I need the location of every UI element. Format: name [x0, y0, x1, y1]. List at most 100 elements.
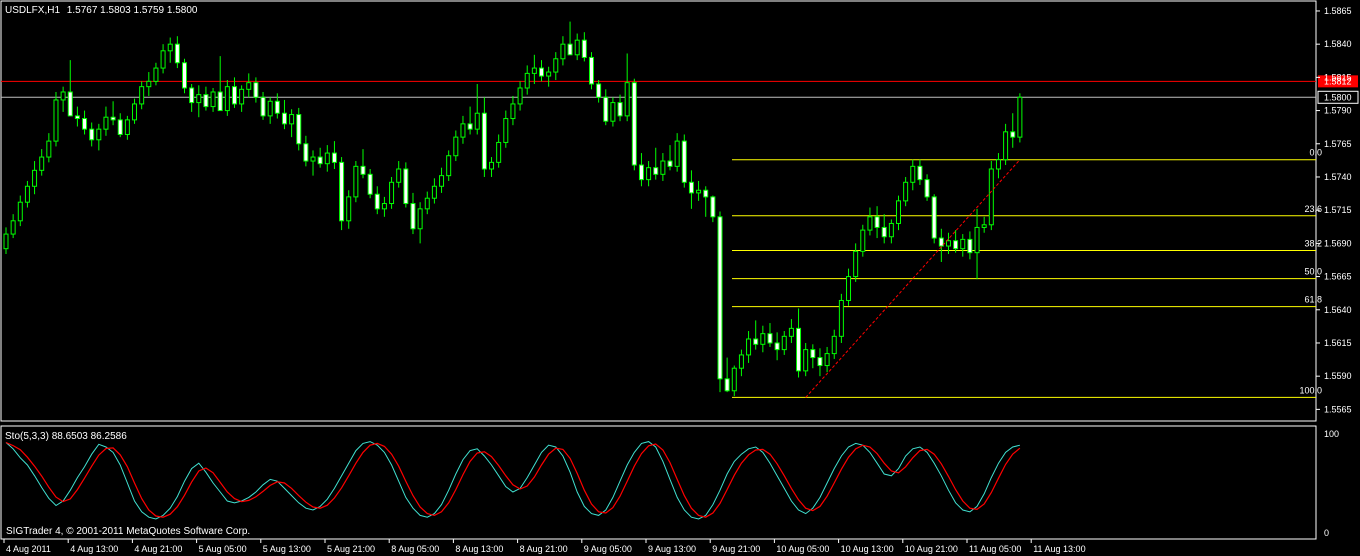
candle-body-bull: [674, 140, 680, 167]
indicator-min-label: 0: [1324, 528, 1329, 538]
candle-body-bear: [1010, 131, 1016, 138]
candle-body-bull: [981, 224, 987, 228]
price-tick-label: 1.5690: [1324, 238, 1352, 248]
candle-body-bear: [967, 238, 973, 254]
candle-body-bull: [960, 238, 966, 250]
candle-body-bear: [281, 112, 287, 125]
price-chart[interactable]: 1.58121.5800 0.023.638.250.061.8100.0 1.…: [0, 0, 1360, 556]
candle-body-bear: [603, 96, 609, 122]
time-tick-label: 10 Aug 05:00: [776, 544, 829, 554]
candle-body-bear: [231, 86, 237, 105]
candle-body-bear: [360, 165, 366, 175]
candle-body-bear: [617, 102, 623, 117]
time-tick-label: 4 Aug 21:00: [134, 544, 182, 554]
candle-body-bull: [53, 99, 59, 142]
candle-body-bear: [217, 91, 223, 112]
candle-body-bear: [203, 94, 209, 108]
candle-body-bear: [581, 39, 587, 58]
candle-body-bull: [210, 91, 216, 108]
candle-body-bull: [1017, 96, 1023, 138]
candle-body-bull: [896, 200, 901, 224]
indicator-max-label: 100: [1324, 429, 1339, 439]
candle-body-bear: [688, 181, 694, 194]
candle-body-bull: [474, 112, 480, 130]
price-tick-label: 1.5640: [1324, 305, 1352, 315]
candle-body-bear: [296, 114, 302, 145]
candle-body-bull: [446, 155, 452, 177]
candle-body-bear: [953, 240, 959, 250]
candle-body-bear: [182, 62, 187, 89]
candle-body-bull: [267, 100, 273, 117]
candle-body-bear: [724, 378, 730, 392]
candle-body-bear: [253, 82, 259, 98]
candle-body-bull: [39, 156, 45, 171]
price-tick-label: 1.5865: [1324, 6, 1352, 16]
candle-body-bull: [160, 50, 166, 69]
time-tick-label: 10 Aug 13:00: [841, 544, 894, 554]
candle-body-bear: [303, 143, 309, 162]
candle-body-bull: [46, 140, 52, 158]
candle-body-bear: [317, 156, 323, 165]
candle-body-bear: [110, 116, 116, 121]
chart-background: [0, 0, 1360, 556]
candle-body-bull: [239, 88, 245, 105]
candle-body-bear: [539, 67, 544, 77]
candle-body-bull: [517, 87, 523, 105]
candle-body-bear: [796, 327, 802, 372]
time-tick-label: 8 Aug 13:00: [455, 544, 503, 554]
candle-body-bull: [96, 128, 102, 141]
candle-body-bull: [546, 71, 552, 77]
price-tick-label: 1.5815: [1324, 72, 1352, 82]
candle-body-bear: [367, 173, 373, 195]
fib-level-label: 23.6: [1304, 204, 1322, 214]
candle-body-bear: [710, 196, 716, 218]
candle-body-bull: [867, 216, 873, 231]
candle-body-bull: [696, 189, 702, 194]
price-tick-label: 1.5615: [1324, 338, 1352, 348]
candle-body-bull: [746, 338, 752, 356]
candle-body-bull: [60, 91, 66, 101]
candle-body-bull: [574, 39, 580, 56]
time-tick-label: 9 Aug 13:00: [648, 544, 696, 554]
candle-body-bear: [681, 140, 687, 183]
candle-body-bear: [89, 128, 95, 141]
candle-body-bear: [588, 56, 594, 85]
candle-body-bull: [846, 276, 852, 301]
time-tick-label: 5 Aug 13:00: [263, 544, 311, 554]
candle-body-bull: [132, 103, 138, 121]
candle-body-bull: [17, 201, 23, 222]
candle-body-bull: [553, 58, 559, 73]
ohlc-values: 1.5767 1.5803 1.5759 1.5800: [67, 5, 198, 16]
candle-body-bull: [453, 136, 459, 157]
time-tick-label: 9 Aug 21:00: [712, 544, 760, 554]
time-tick-label: 5 Aug 21:00: [327, 544, 375, 554]
symbol-name: USDLFX,H1: [5, 5, 60, 16]
candle-body-bull: [417, 208, 423, 230]
candle-body-bull: [731, 367, 737, 392]
candle-body-bull: [831, 335, 837, 355]
candle-body-bull: [153, 67, 159, 82]
time-tick-label: 9 Aug 05:00: [584, 544, 632, 554]
candle-body-bull: [781, 335, 787, 351]
price-tick-label: 1.5665: [1324, 272, 1352, 282]
price-tick-label: 1.5790: [1324, 106, 1352, 116]
fib-level-label: 0.0: [1309, 148, 1322, 158]
candle-body-bull: [424, 197, 430, 210]
price-tick-label: 1.5765: [1324, 139, 1352, 149]
candle-body-bull: [738, 354, 744, 369]
candle-body-bull: [560, 43, 566, 60]
time-tick-label: 4 Aug 13:00: [70, 544, 118, 554]
candle-body-bear: [374, 193, 380, 210]
candle-body-bull: [353, 165, 359, 198]
candle-body-bull: [431, 185, 437, 199]
candle-body-bear: [481, 112, 487, 170]
candle-body-bear: [410, 203, 416, 230]
candle-body-bear: [567, 43, 573, 56]
candle-body-bear: [810, 349, 816, 359]
candle-body-bull: [103, 116, 109, 130]
fib-level-label: 61.8: [1304, 295, 1322, 305]
candle-body-bull: [196, 94, 202, 104]
candle-body-bull: [381, 203, 387, 210]
candle-body-bear: [260, 96, 266, 117]
candle-body-bear: [174, 43, 180, 64]
